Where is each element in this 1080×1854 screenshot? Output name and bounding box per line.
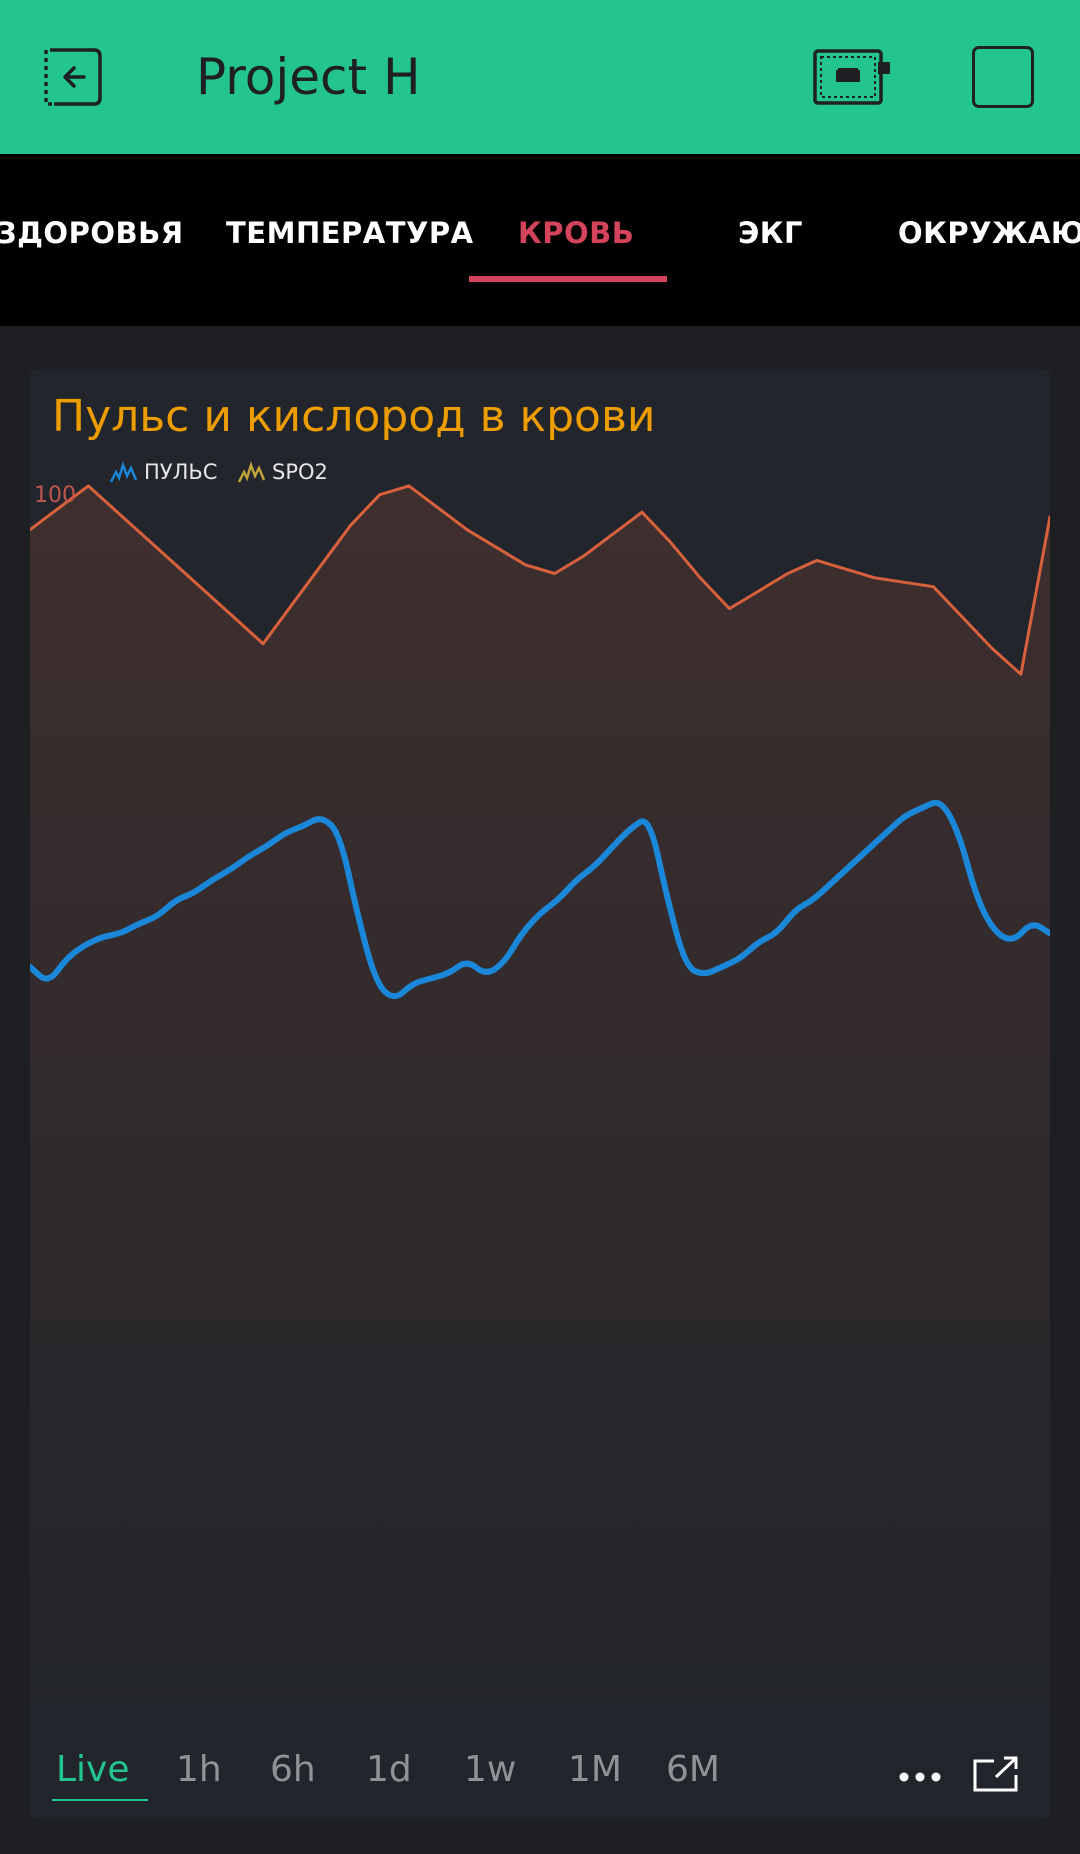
more-button[interactable] — [898, 1769, 942, 1785]
range-live-button[interactable]: Live — [56, 1749, 130, 1790]
chart-card: Пульс и кислород в крови ПУЛЬС SPO2 100 … — [30, 369, 1050, 1819]
chart-title: Пульс и кислород в крови — [52, 391, 656, 442]
legend-label-pulse: ПУЛЬС — [144, 460, 218, 484]
square-icon[interactable] — [972, 46, 1034, 108]
tab-temperature[interactable]: ТЕМПЕРАТУРА — [226, 216, 474, 250]
range-6m-button[interactable]: 6M — [666, 1749, 720, 1790]
range-1h-button[interactable]: 1h — [176, 1749, 222, 1790]
chart-canvas[interactable] — [30, 369, 1050, 1729]
tab-environment[interactable]: ОКРУЖАЮЩ — [898, 216, 1080, 250]
series-area-spo2 — [30, 485, 1050, 1729]
line-series-icon — [110, 461, 138, 483]
tab-ecg[interactable]: ЭКГ — [738, 216, 803, 250]
back-button[interactable] — [40, 44, 114, 110]
range-1m-button[interactable]: 1M — [568, 1749, 622, 1790]
project-title: Project H — [196, 48, 421, 106]
legend-item-pulse[interactable]: ПУЛЬС — [110, 455, 217, 489]
exit-door-icon — [44, 48, 102, 106]
tab-health[interactable]: ЗДОРОВЬЯ — [0, 216, 184, 250]
range-active-underline — [52, 1799, 148, 1801]
range-1d-button[interactable]: 1d — [366, 1749, 412, 1790]
range-selector: Live 1h 6h 1d 1w 1M 6M — [30, 1729, 1050, 1819]
device-board-icon — [813, 49, 890, 105]
app-header: Project H — [0, 0, 1080, 154]
active-tab-indicator — [469, 276, 667, 282]
legend-item-spo2[interactable]: SPO2 — [238, 455, 328, 489]
range-1w-button[interactable]: 1w — [464, 1749, 516, 1790]
expand-icon — [973, 1756, 1018, 1792]
line-series-icon — [238, 461, 266, 483]
expand-button[interactable] — [972, 1755, 1020, 1793]
y-axis-max-label: 100 — [34, 483, 76, 508]
range-6h-button[interactable]: 6h — [270, 1749, 316, 1790]
legend-label-spo2: SPO2 — [272, 460, 328, 484]
tab-bar: ЗДОРОВЬЯ ТЕМПЕРАТУРА КРОВЬ ЭКГ ОКРУЖАЮЩ — [0, 154, 1080, 326]
tab-blood[interactable]: КРОВЬ — [518, 216, 634, 250]
device-button[interactable] — [812, 48, 892, 106]
more-dots-icon — [899, 1772, 941, 1782]
